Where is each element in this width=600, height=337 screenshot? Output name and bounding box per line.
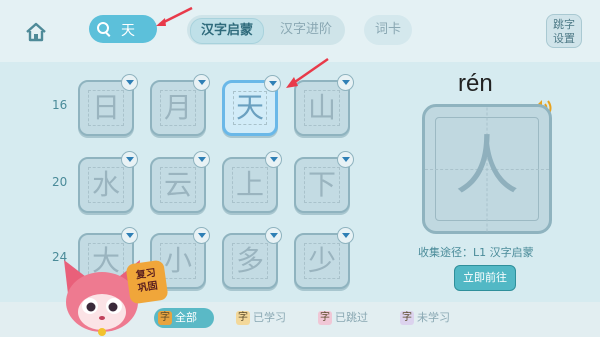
download-icon[interactable] — [193, 151, 210, 168]
char-tile[interactable]: 水 — [78, 151, 138, 213]
search-icon — [97, 22, 109, 34]
download-icon[interactable] — [337, 74, 354, 91]
char-tile[interactable]: 多 — [222, 227, 282, 289]
char-tile[interactable]: 月 — [150, 74, 210, 136]
filter-label: 已跳过 — [335, 311, 368, 324]
filter-label: 已学习 — [253, 311, 286, 324]
course-tabs: 汉字启蒙 汉字进阶 — [187, 15, 345, 45]
go-now-button[interactable]: 立即前往 — [454, 265, 516, 291]
tab-word-cards[interactable]: 词卡 — [364, 15, 412, 45]
filter-mark: 字 — [236, 311, 250, 325]
home-icon[interactable] — [24, 21, 48, 43]
download-icon[interactable] — [121, 74, 138, 91]
filter-mark: 字 — [318, 311, 332, 325]
filter-skipped[interactable]: 字已跳过 — [318, 308, 368, 328]
annotation-arrow-icon — [286, 57, 329, 88]
character-card[interactable]: 人 — [422, 104, 552, 234]
char-tile-selected[interactable]: 天 — [222, 75, 281, 136]
skip-settings-label-2: 设置 — [553, 32, 575, 45]
tab-hanzi-jinjie[interactable]: 汉字进阶 — [280, 15, 332, 45]
pinyin-label: rén — [458, 70, 493, 97]
filter-all[interactable]: 字全部 — [154, 308, 214, 328]
download-icon[interactable] — [265, 227, 282, 244]
skip-settings-button[interactable]: 跳字 设置 — [546, 14, 582, 48]
char-tile[interactable]: 下 — [294, 151, 354, 213]
download-icon[interactable] — [337, 227, 354, 244]
char-tile[interactable]: 上 — [222, 151, 282, 213]
search-query: 天 — [121, 23, 135, 39]
download-icon[interactable] — [193, 74, 210, 91]
download-icon[interactable] — [193, 227, 210, 244]
large-char: 人 — [455, 130, 519, 204]
search-box[interactable]: 天 — [89, 15, 157, 43]
skip-settings-label-1: 跳字 — [553, 18, 575, 31]
annotation-arrow-icon — [156, 6, 193, 26]
char-tile[interactable]: 日 — [78, 74, 138, 136]
filter-mark: 字 — [400, 311, 414, 325]
collection-source: 收集途径：L1 汉字启蒙 — [418, 246, 534, 259]
filter-unlearned[interactable]: 字未学习 — [400, 308, 450, 328]
download-icon[interactable] — [121, 151, 138, 168]
download-icon[interactable] — [121, 227, 138, 244]
download-icon[interactable] — [337, 151, 354, 168]
filter-learned[interactable]: 字已学习 — [236, 308, 286, 328]
row-number: 16 — [52, 98, 68, 112]
filter-label: 未学习 — [417, 311, 450, 324]
tab-hanzi-qimeng[interactable]: 汉字启蒙 — [190, 18, 264, 44]
download-icon[interactable] — [265, 151, 282, 168]
filter-label: 全部 — [175, 311, 197, 324]
filter-mark: 字 — [158, 311, 172, 325]
review-badge[interactable]: 复习 巩固 — [125, 259, 169, 305]
char-tile[interactable]: 少 — [294, 227, 354, 289]
download-icon[interactable] — [264, 75, 281, 92]
row-number: 20 — [52, 175, 68, 189]
char-tile[interactable]: 云 — [150, 151, 210, 213]
